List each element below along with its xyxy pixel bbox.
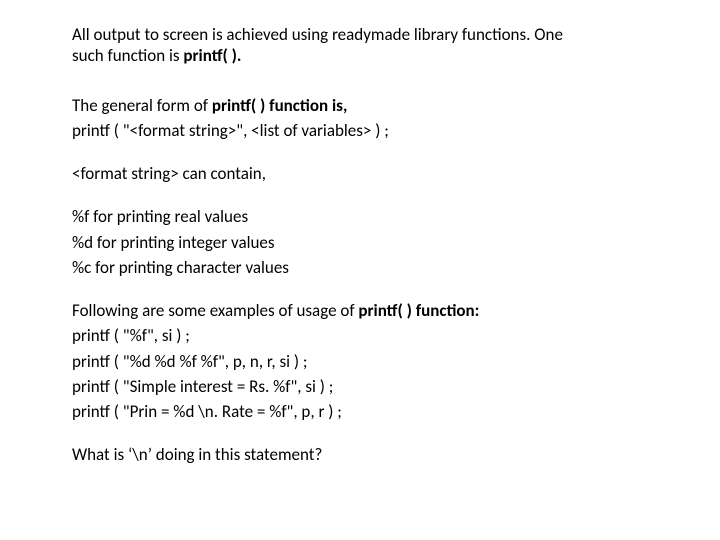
example-4: printf ( "Prin = %d \n. Rate = %f", p, r… xyxy=(72,401,660,422)
example-3: printf ( "Simple interest = Rs. %f", si … xyxy=(72,376,660,397)
general-form-heading: The general form of printf( ) function i… xyxy=(72,95,660,116)
examples-block: Following are some examples of usage of … xyxy=(72,300,660,422)
specifier-d: %d for printing integer values xyxy=(72,232,660,253)
intro-paragraph: All output to screen is achieved using r… xyxy=(72,24,660,67)
intro-line2-pre: such function is xyxy=(72,45,183,66)
example-1: printf ( "%f", si ) ; xyxy=(72,325,660,346)
can-contain-line: <format string> can contain, xyxy=(72,163,660,184)
question-line: What is ‘\n’ doing in this statement? xyxy=(72,444,660,465)
can-contain-block: <format string> can contain, xyxy=(72,163,660,184)
examples-intro-bold: printf( ) function: xyxy=(358,300,479,321)
intro-printf-bold: printf( ). xyxy=(183,45,241,66)
general-form-bold: printf( ) function is, xyxy=(212,95,347,116)
question-block: What is ‘\n’ doing in this statement? xyxy=(72,444,660,465)
specifiers-block: %f for printing real values %d for print… xyxy=(72,206,660,278)
general-form-block: The general form of printf( ) function i… xyxy=(72,95,660,142)
general-form-syntax: printf ( "<format string>", <list of var… xyxy=(72,120,660,141)
document-body: All output to screen is achieved using r… xyxy=(0,0,720,466)
examples-intro-pre: Following are some examples of usage of xyxy=(72,300,358,321)
specifier-c: %c for printing character values xyxy=(72,257,660,278)
intro-line1: All output to screen is achieved using r… xyxy=(72,24,563,45)
general-form-pre: The general form of xyxy=(72,95,212,116)
example-2: printf ( "%d %d %f %f", p, n, r, si ) ; xyxy=(72,351,660,372)
specifier-f: %f for printing real values xyxy=(72,206,660,227)
examples-intro: Following are some examples of usage of … xyxy=(72,300,660,321)
